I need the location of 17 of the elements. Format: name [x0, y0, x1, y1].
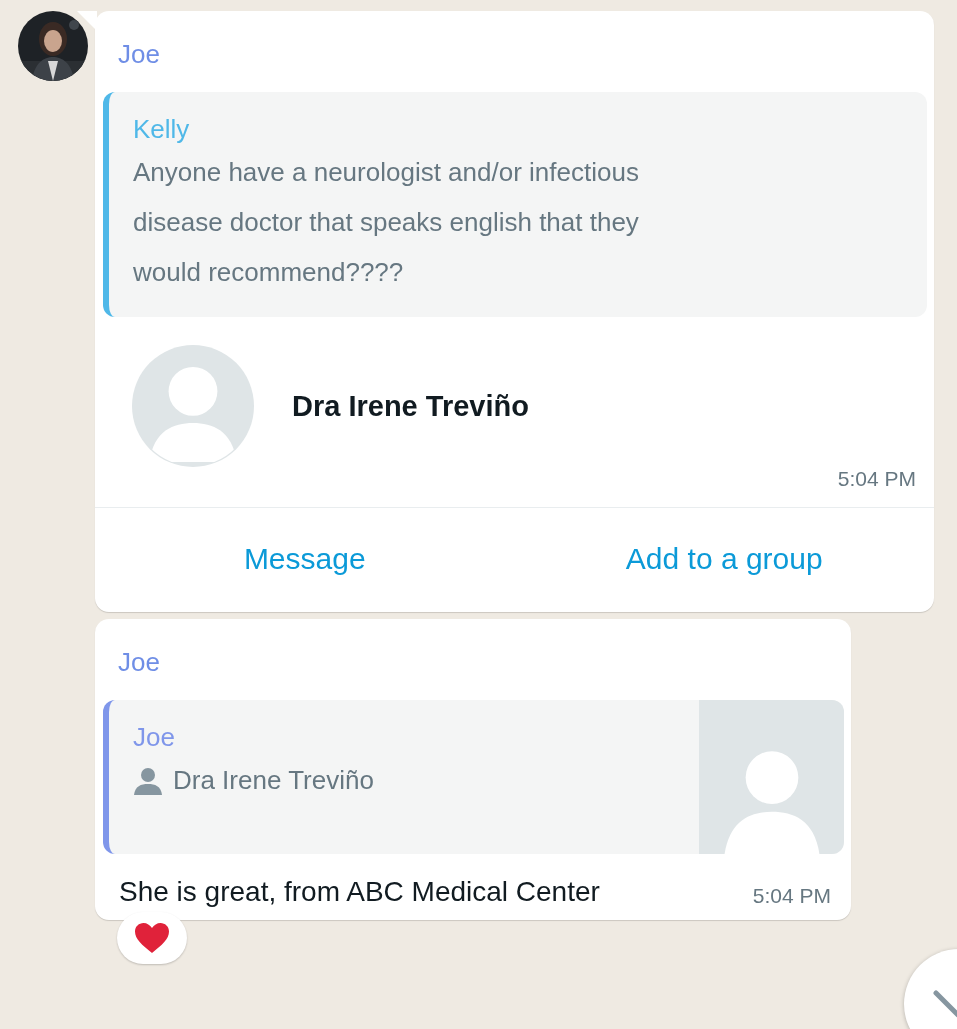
- chevron-icon: [932, 989, 957, 1019]
- contact-action-button[interactable]: Message: [95, 508, 515, 612]
- sender-name: Joe: [117, 646, 161, 679]
- contact-action-button[interactable]: Add to a group: [514, 508, 934, 612]
- quote-text: Anyone have a neurologist and/or infectious disease doctor that speaks english that they would recommend????: [133, 156, 640, 289]
- message-text: She is great, from ABC Medical Center: [119, 876, 600, 908]
- reaction-button[interactable]: [117, 912, 187, 964]
- message-time: 5:04 PM: [752, 884, 831, 908]
- person-icon: [133, 765, 163, 796]
- quote-text: Dra Irene Treviño: [173, 765, 374, 796]
- contact-avatar-icon: [132, 345, 254, 467]
- message-time: 5:04 PM: [837, 467, 916, 491]
- heart-icon: [134, 922, 170, 954]
- sender-name: Joe: [117, 38, 161, 71]
- quote-author: Kelly: [133, 114, 191, 145]
- quote-author: Joe: [133, 722, 176, 753]
- contact-name: Dra Irene Treviño: [292, 389, 529, 423]
